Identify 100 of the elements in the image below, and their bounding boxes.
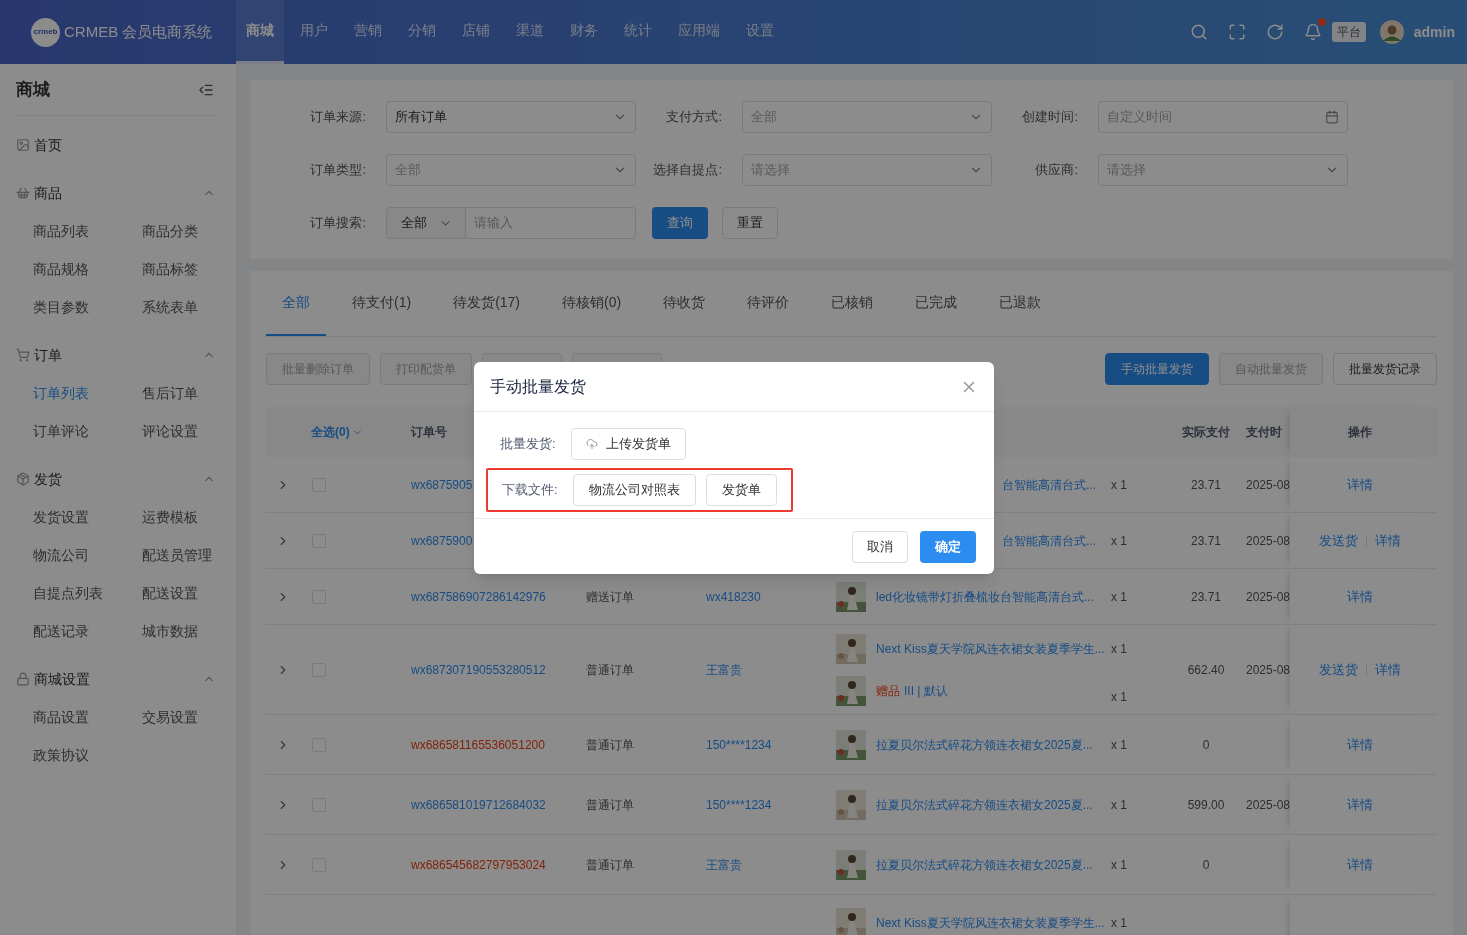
toolbar-button[interactable]: 批量发货记录: [1333, 353, 1437, 385]
status-tab[interactable]: 待支付(1): [336, 271, 428, 336]
calendar-icon: [1325, 110, 1339, 124]
submenu-item[interactable]: 城市数据: [142, 620, 198, 642]
nav-tab[interactable]: 统计: [614, 0, 662, 64]
action-link[interactable]: 发送货: [1319, 659, 1358, 680]
paid-amount: 599.00: [1187, 797, 1225, 812]
reset-button[interactable]: 重置: [722, 207, 778, 239]
order-number-link[interactable]: wx686545682797953024: [411, 857, 546, 872]
submenu-item[interactable]: 商品分类: [142, 220, 198, 242]
user-link[interactable]: 150****1234: [706, 797, 772, 812]
avatar-icon[interactable]: [1379, 20, 1404, 44]
search-icon[interactable]: [1189, 23, 1208, 41]
nav-tab[interactable]: 渠道: [506, 0, 554, 64]
refresh-icon[interactable]: [1265, 23, 1284, 41]
menu-group[interactable]: 商品: [16, 174, 220, 212]
submenu-item[interactable]: 配送记录: [33, 620, 89, 642]
order-number-link[interactable]: wx687307190553280512: [411, 662, 546, 677]
product-name-link[interactable]: 台智能高清台式...: [1002, 475, 1096, 494]
username[interactable]: admin: [1413, 21, 1455, 43]
action-link[interactable]: 详情: [1375, 530, 1401, 551]
column-header: 操作: [1348, 424, 1372, 441]
product-name-link[interactable]: Next Kiss夏天学院风连衣裙女装夏季学生...: [876, 913, 1105, 932]
submenu-item[interactable]: 商品标签: [142, 258, 198, 280]
submenu-item[interactable]: 物流公司: [33, 544, 89, 566]
order-number-link[interactable]: wx686581019712684032: [411, 797, 546, 812]
action-link[interactable]: 详情: [1347, 586, 1373, 607]
submenu-item[interactable]: 评论设置: [142, 420, 198, 442]
menu-group[interactable]: 发货: [16, 460, 220, 498]
user-link[interactable]: wx418230: [706, 589, 761, 604]
order-number-link[interactable]: wx6875900: [411, 533, 473, 548]
paid-amount: 662.40: [1187, 662, 1225, 677]
status-tab[interactable]: 全部: [266, 271, 326, 336]
submenu-item[interactable]: 运费模板: [142, 506, 198, 528]
product-name-link[interactable]: Next Kiss夏天学院风连衣裙女装夏季学生...: [876, 639, 1105, 658]
user-link[interactable]: 150****1234: [706, 737, 772, 752]
bell-icon[interactable]: [1303, 23, 1322, 41]
product-name-link[interactable]: 台智能高清台式...: [1002, 531, 1096, 550]
nav-tab[interactable]: 营销: [344, 0, 392, 64]
action-link[interactable]: 详情: [1347, 734, 1373, 755]
toolbar-button[interactable]: 手动批量发货: [1105, 353, 1209, 385]
product-name-link[interactable]: 拉夏贝尔法式碎花方领连衣裙女2025夏...: [876, 855, 1093, 874]
status-tab[interactable]: 已完成: [899, 271, 974, 336]
status-tab[interactable]: 待收货: [647, 271, 722, 336]
submenu-item[interactable]: 商品列表: [33, 220, 89, 242]
submenu-item[interactable]: 订单列表: [33, 382, 89, 404]
search-scope-select[interactable]: 全部: [386, 207, 466, 239]
menu-group[interactable]: 订单: [16, 336, 220, 374]
submenu-item[interactable]: 配送员管理: [142, 544, 212, 566]
action-link[interactable]: 详情: [1375, 659, 1401, 680]
submenu-item[interactable]: 交易设置: [142, 706, 198, 728]
nav-tab[interactable]: 用户: [290, 0, 338, 64]
product-name-link[interactable]: 拉夏贝尔法式碎花方领连衣裙女2025夏...: [876, 795, 1093, 814]
user-link[interactable]: 王富贵: [706, 662, 742, 677]
nav-tab[interactable]: 店铺: [452, 0, 500, 64]
confirm-button[interactable]: 确定: [920, 530, 976, 563]
query-button[interactable]: 查询: [652, 207, 708, 239]
action-link[interactable]: 详情: [1347, 794, 1373, 815]
action-link[interactable]: 详情: [1347, 474, 1373, 495]
status-tab[interactable]: 已退款: [983, 271, 1058, 336]
nav-tab[interactable]: 分销: [398, 0, 446, 64]
status-tab[interactable]: 待核销(0): [546, 271, 638, 336]
quantity: x 1: [1111, 856, 1127, 874]
submenu-item[interactable]: 商品设置: [33, 706, 89, 728]
submenu-item[interactable]: 配送设置: [142, 582, 198, 604]
menu-item[interactable]: 首页: [16, 126, 220, 164]
fullscreen-icon[interactable]: [1227, 23, 1246, 41]
user-link[interactable]: 王富贵: [706, 857, 742, 872]
action-link[interactable]: 发送货: [1319, 530, 1358, 551]
cancel-button[interactable]: 取消: [852, 530, 908, 563]
submenu-item[interactable]: 发货设置: [33, 506, 89, 528]
quantity: x 1: [1111, 532, 1127, 550]
submenu-item[interactable]: 订单评论: [33, 420, 89, 442]
product-name-link[interactable]: led化妆镜带灯折叠梳妆台智能高清台式...: [876, 587, 1094, 606]
nav-tab[interactable]: 财务: [560, 0, 608, 64]
status-tab[interactable]: 待发货(17): [437, 271, 537, 336]
submenu-item[interactable]: 售后订单: [142, 382, 198, 404]
submenu-item[interactable]: 类目参数: [33, 296, 89, 318]
order-number-link[interactable]: wx6875905: [411, 477, 473, 492]
submenu-item[interactable]: 系统表单: [142, 296, 198, 318]
order-number-link[interactable]: wx687586907286142976: [411, 589, 546, 604]
submenu-item[interactable]: 商品规格: [33, 258, 89, 280]
package-icon: [16, 472, 30, 486]
quantity: x 1: [1111, 640, 1127, 658]
download-button[interactable]: 发货单: [706, 474, 777, 506]
product-name-link[interactable]: 拉夏贝尔法式碎花方领连衣裙女2025夏...: [876, 735, 1093, 754]
order-number-link[interactable]: wx686581165536051200: [411, 737, 545, 752]
status-tab[interactable]: 已核销: [815, 271, 890, 336]
upload-button[interactable]: 上传发货单: [571, 428, 686, 460]
status-tab[interactable]: 待评价: [731, 271, 806, 336]
menu-group[interactable]: 商城设置: [16, 660, 220, 698]
nav-tab[interactable]: 设置: [736, 0, 784, 64]
select-all-dropdown[interactable]: 全选(0): [311, 423, 411, 441]
nav-tab[interactable]: 应用端: [668, 0, 730, 64]
action-link[interactable]: 详情: [1347, 854, 1373, 875]
download-button[interactable]: 物流公司对照表: [573, 474, 696, 506]
basket-icon: [16, 186, 30, 200]
select-field[interactable]: 所有订单: [386, 101, 636, 133]
submenu-item[interactable]: 政策协议: [33, 744, 89, 766]
submenu-item[interactable]: 自提点列表: [33, 582, 103, 604]
